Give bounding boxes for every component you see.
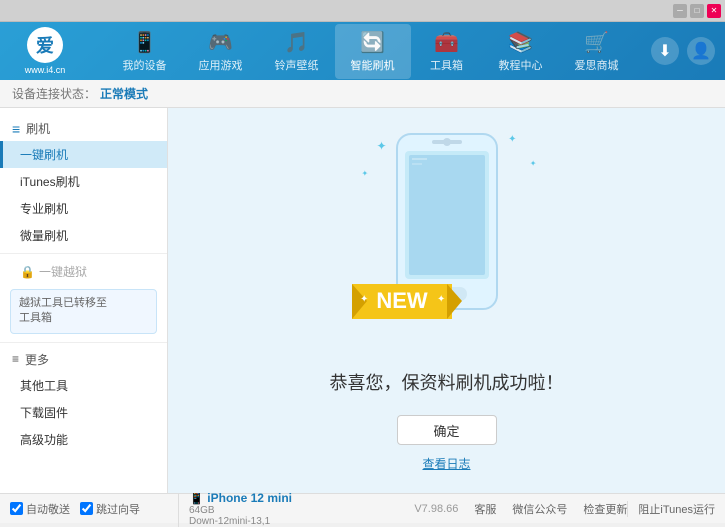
bottom-bar: 自动敬送 跳过向导 📱 iPhone 12 mini 64GB Down-12m… xyxy=(0,493,725,523)
jailbreak-label: 一键越狱 xyxy=(39,263,87,280)
sparkle-1: ✦ xyxy=(377,139,387,153)
flash-label: 智能刷机 xyxy=(351,57,395,73)
maximize-button[interactable]: □ xyxy=(690,4,704,18)
more-section-label: 更多 xyxy=(25,351,49,368)
logo-circle: 爱 xyxy=(27,27,63,63)
svg-text:NEW: NEW xyxy=(376,288,428,313)
status-bar: 设备连接状态： 正常模式 xyxy=(0,80,725,108)
nav-right: ⬇ 👤 xyxy=(651,37,715,65)
nav-apps[interactable]: 🎮 应用游戏 xyxy=(183,24,259,79)
support-link[interactable]: 客服 xyxy=(474,501,496,517)
download-button[interactable]: ⬇ xyxy=(651,37,679,65)
nav-flash[interactable]: 🔄 智能刷机 xyxy=(335,24,411,79)
new-badge: NEW ✦ ✦ xyxy=(352,264,462,329)
confirm-button[interactable]: 确定 xyxy=(397,415,497,445)
skip-wizard-label: 跳过向导 xyxy=(96,501,140,517)
sidebar-item-onekey-flash[interactable]: 一键刷机 xyxy=(0,141,167,168)
checkbox-auto-send[interactable]: 自动敬送 xyxy=(10,501,70,517)
auto-send-checkbox[interactable] xyxy=(10,502,23,515)
tutorial-label: 教程中心 xyxy=(499,57,543,73)
svg-text:✦: ✦ xyxy=(437,294,445,305)
skip-wizard-checkbox[interactable] xyxy=(80,502,93,515)
auto-send-label: 自动敬送 xyxy=(26,501,70,517)
bottom-right: V7.98.66 客服 微信公众号 检查更新 xyxy=(414,501,627,517)
app-logo: 爱 www.i4.cn xyxy=(10,27,80,75)
advanced-label: 高级功能 xyxy=(20,433,68,447)
sparkle-2: ✦ xyxy=(362,169,369,178)
nav-shop[interactable]: 🛒 爱思商城 xyxy=(559,24,635,79)
nav-items: 📱 我的设备 🎮 应用游戏 🎵 铃声壁纸 🔄 智能刷机 🧰 工具箱 📚 教程中心… xyxy=(90,24,651,79)
flash-section-label: 刷机 xyxy=(26,120,50,137)
sidebar-section-flash: ≡ 刷机 xyxy=(0,116,167,141)
sidebar-item-advanced[interactable]: 高级功能 xyxy=(0,426,167,453)
itunes-status-text: 阻止iTunes运行 xyxy=(638,504,715,516)
toolbox-label: 工具箱 xyxy=(430,57,463,73)
sidebar-item-jailbreak: 🔒 一键越狱 xyxy=(0,258,167,285)
logo-text: www.i4.cn xyxy=(25,65,66,75)
device-firmware: Down-12mini-13,1 xyxy=(189,516,292,527)
status-label: 设备连接状态： xyxy=(12,85,96,102)
flash-section-icon: ≡ xyxy=(12,121,20,137)
notice-text: 越狱工具已转移至工具箱 xyxy=(19,297,107,324)
itunes-flash-label: iTunes刷机 xyxy=(20,175,80,189)
success-message: 恭喜您，保资料刷机成功啦！ xyxy=(330,369,564,395)
title-bar: ─ □ ✕ xyxy=(0,0,725,22)
device-storage: 64GB xyxy=(189,505,292,516)
itunes-status: 阻止iTunes运行 xyxy=(627,501,715,517)
ringtone-label: 铃声壁纸 xyxy=(275,57,319,73)
pro-flash-label: 专业刷机 xyxy=(20,202,68,216)
nav-ringtone[interactable]: 🎵 铃声壁纸 xyxy=(259,24,335,79)
more-section-icon: ≡ xyxy=(12,352,19,366)
minimize-button[interactable]: ─ xyxy=(673,4,687,18)
shop-label: 爱思商城 xyxy=(575,57,619,73)
svg-text:✦: ✦ xyxy=(360,294,368,305)
sidebar-item-pro-flash[interactable]: 专业刷机 xyxy=(0,195,167,222)
device-info: 📱 iPhone 12 mini 64GB Down-12mini-13,1 xyxy=(178,491,302,527)
version-text: V7.98.66 xyxy=(414,503,458,515)
wechat-link[interactable]: 微信公众号 xyxy=(512,501,567,517)
bottom-left: 自动敬送 跳过向导 xyxy=(10,501,178,517)
shop-icon: 🛒 xyxy=(584,30,609,55)
tutorial-icon: 📚 xyxy=(508,30,533,55)
flash-icon: 🔄 xyxy=(360,30,385,55)
my-device-label: 我的设备 xyxy=(123,57,167,73)
user-button[interactable]: 👤 xyxy=(687,37,715,65)
sidebar: ≡ 刷机 一键刷机 iTunes刷机 专业刷机 微量刷机 🔒 一键越狱 越狱工具… xyxy=(0,108,168,493)
sidebar-item-itunes-flash[interactable]: iTunes刷机 xyxy=(0,168,167,195)
nav-my-device[interactable]: 📱 我的设备 xyxy=(107,24,183,79)
micro-flash-label: 微量刷机 xyxy=(20,229,68,243)
download-firmware-label: 下载固件 xyxy=(20,406,68,420)
apps-icon: 🎮 xyxy=(208,30,233,55)
nav-tutorial[interactable]: 📚 教程中心 xyxy=(483,24,559,79)
retry-link[interactable]: 查看日志 xyxy=(422,455,470,472)
main-area: ≡ 刷机 一键刷机 iTunes刷机 专业刷机 微量刷机 🔒 一键越狱 越狱工具… xyxy=(0,108,725,493)
sidebar-jailbreak-notice: 越狱工具已转移至工具箱 xyxy=(10,289,157,334)
nav-bar: 爱 www.i4.cn 📱 我的设备 🎮 应用游戏 🎵 铃声壁纸 🔄 智能刷机 … xyxy=(0,22,725,80)
sidebar-divider-2 xyxy=(0,342,167,343)
sparkle-4: ✦ xyxy=(530,159,537,168)
onekey-flash-label: 一键刷机 xyxy=(20,148,68,162)
nav-toolbox[interactable]: 🧰 工具箱 xyxy=(411,24,483,79)
ringtone-icon: 🎵 xyxy=(284,30,309,55)
phone-illustration: ✦ ✦ ✦ ✦ xyxy=(347,129,547,349)
lock-icon: 🔒 xyxy=(20,265,35,279)
sidebar-divider-1 xyxy=(0,253,167,254)
content-area: ✦ ✦ ✦ ✦ xyxy=(168,108,725,493)
sparkle-3: ✦ xyxy=(508,134,516,145)
my-device-icon: 📱 xyxy=(132,30,157,55)
sidebar-section-more: ≡ 更多 xyxy=(0,347,167,372)
update-link[interactable]: 检查更新 xyxy=(583,501,627,517)
toolbox-icon: 🧰 xyxy=(434,30,459,55)
checkbox-skip-wizard[interactable]: 跳过向导 xyxy=(80,501,140,517)
other-tools-label: 其他工具 xyxy=(20,379,68,393)
status-value: 正常模式 xyxy=(100,85,148,102)
close-button[interactable]: ✕ xyxy=(707,4,721,18)
sidebar-item-micro-flash[interactable]: 微量刷机 xyxy=(0,222,167,249)
apps-label: 应用游戏 xyxy=(199,57,243,73)
sidebar-item-other-tools[interactable]: 其他工具 xyxy=(0,372,167,399)
sidebar-item-download-firmware[interactable]: 下载固件 xyxy=(0,399,167,426)
